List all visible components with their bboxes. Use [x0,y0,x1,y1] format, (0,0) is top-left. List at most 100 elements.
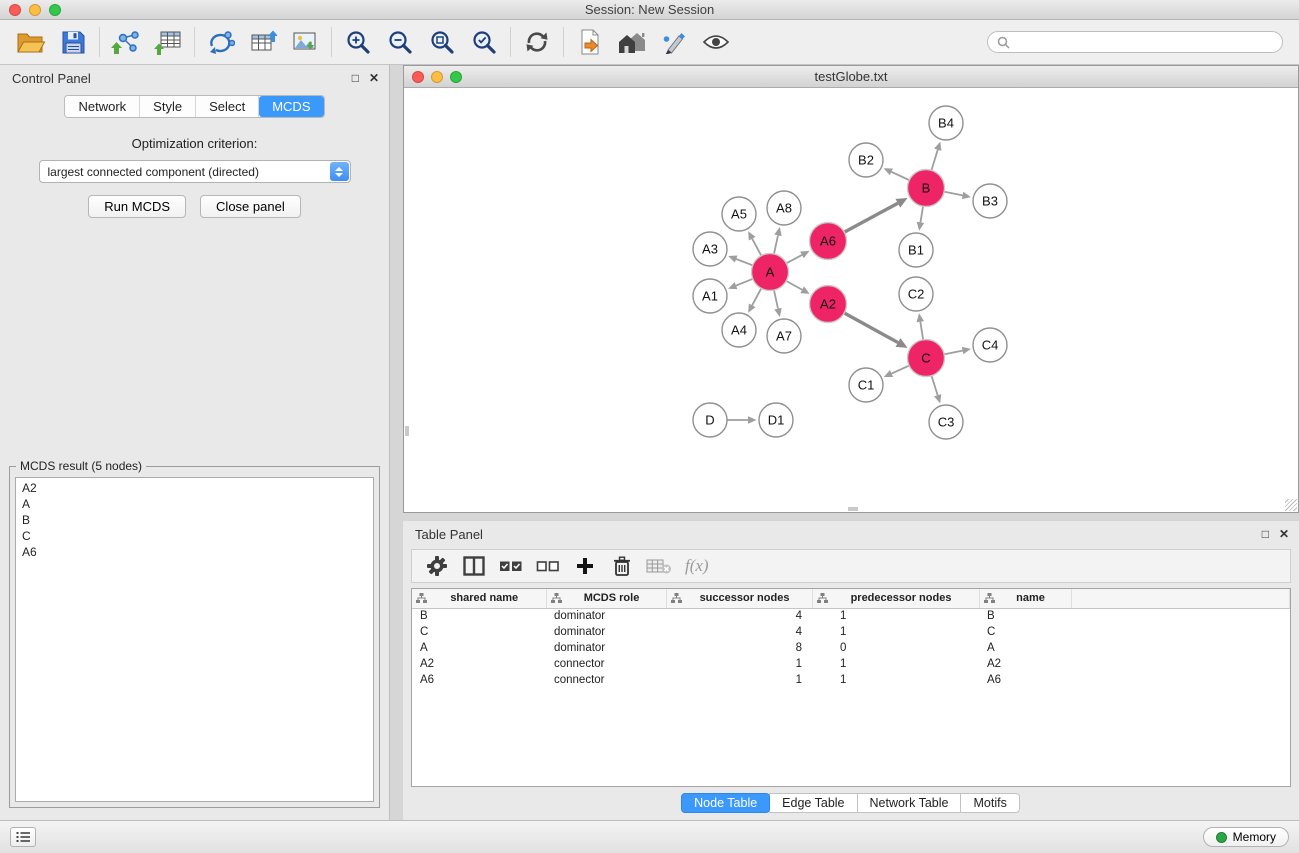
select-all-rows-button[interactable] [496,552,526,580]
mcds-result-item[interactable]: A2 [22,480,367,496]
svg-text:A: A [766,265,775,280]
graph-node-B[interactable]: B [908,170,945,207]
tab-mcds[interactable]: MCDS [259,96,323,117]
zoom-network-window-button[interactable] [450,71,462,83]
graph-node-A8[interactable]: A8 [767,191,801,225]
function-builder-button[interactable]: f(x) [681,556,709,576]
float-table-panel-icon[interactable]: □ [1262,527,1269,541]
tab-node-table[interactable]: Node Table [681,793,770,813]
minimize-network-window-button[interactable] [431,71,443,83]
graph-node-A[interactable]: A [752,254,789,291]
zoom-out-icon [387,29,413,55]
table-settings-button[interactable] [422,552,452,580]
toolbar-separator [99,27,100,57]
tab-network-table[interactable]: Network Table [857,793,962,813]
column-header-successor-nodes[interactable]: successor nodes [666,589,812,608]
table-row[interactable]: A6connector 11 A6 [412,672,1290,688]
home-button[interactable] [611,24,653,60]
tab-style[interactable]: Style [140,96,196,117]
delete-table-button[interactable] [644,552,674,580]
graph-node-A1[interactable]: A1 [693,279,727,313]
search-field[interactable] [987,31,1283,53]
table-row[interactable]: Adominator 80 A [412,640,1290,656]
column-header-predecessor-nodes[interactable]: predecessor nodes [812,589,979,608]
table-panel-title: Table Panel [415,527,483,542]
graph-node-A7[interactable]: A7 [767,319,801,353]
deselect-all-rows-button[interactable] [533,552,563,580]
close-panel-icon[interactable]: ✕ [369,71,379,85]
zoom-selected-button[interactable] [463,24,505,60]
optimization-criterion-label: Optimization criterion: [0,136,389,151]
close-table-panel-icon[interactable]: ✕ [1279,527,1289,541]
graph-node-C2[interactable]: C2 [899,277,933,311]
save-session-button[interactable] [52,24,94,60]
zoom-in-button[interactable] [337,24,379,60]
table-row[interactable]: Bdominator 41 B [412,608,1290,624]
graph-node-C[interactable]: C [908,340,945,377]
memory-button[interactable]: Memory [1203,827,1289,847]
export-network-button[interactable] [200,24,242,60]
mcds-result-item[interactable]: C [22,528,367,544]
refresh-layout-button[interactable] [516,24,558,60]
graph-node-B3[interactable]: B3 [973,184,1007,218]
graph-node-C3[interactable]: C3 [929,405,963,439]
graph-node-A6[interactable]: A6 [810,223,847,260]
export-image-button[interactable] [284,24,326,60]
window-resize-handle[interactable] [1285,499,1297,511]
list-icon [16,831,31,843]
open-session-button[interactable] [10,24,52,60]
zoom-out-button[interactable] [379,24,421,60]
network-window-title: testGlobe.txt [815,69,888,84]
table-row[interactable]: Cdominator 41 C [412,624,1290,640]
add-row-button[interactable] [570,552,600,580]
network-window-titlebar[interactable]: testGlobe.txt [404,66,1298,88]
search-input[interactable] [1016,35,1273,49]
eye-icon [702,33,730,51]
column-layout-button[interactable] [459,552,489,580]
column-header-mcds-role[interactable]: MCDS role [546,589,666,608]
style-brush-button[interactable] [653,24,695,60]
table-row[interactable]: A2connector 11 A2 [412,656,1290,672]
minimize-window-button[interactable] [29,4,41,16]
graph-node-B1[interactable]: B1 [899,233,933,267]
document-arrow-button[interactable] [569,24,611,60]
graph-node-C1[interactable]: C1 [849,368,883,402]
delete-row-button[interactable] [607,552,637,580]
import-network-button[interactable] [105,24,147,60]
network-canvas[interactable]: B4 B2 B B3 A5 A8 A6 B1 A3 A C2 A1 A2 A4 A7 C4 C C1 C3 D D1 [404,88,1298,512]
graph-node-B2[interactable]: B2 [849,143,883,177]
eye-button[interactable] [695,24,737,60]
graph-node-A5[interactable]: A5 [722,197,756,231]
export-table-button[interactable] [242,24,284,60]
close-window-button[interactable] [9,4,21,16]
zoom-fit-button[interactable] [421,24,463,60]
run-mcds-button[interactable]: Run MCDS [88,195,186,218]
mcds-result-item[interactable]: B [22,512,367,528]
graph-node-A3[interactable]: A3 [693,232,727,266]
float-panel-icon[interactable]: □ [352,71,359,85]
search-icon [997,36,1010,49]
close-panel-button[interactable]: Close panel [200,195,301,218]
column-header-shared-name[interactable]: shared name [412,589,546,608]
graph-node-A4[interactable]: A4 [722,313,756,347]
mcds-result-item[interactable]: A [22,496,367,512]
zoom-window-button[interactable] [49,4,61,16]
network-graph[interactable]: B4 B2 B B3 A5 A8 A6 B1 A3 A C2 A1 A2 A4 A7 C4 C C1 C3 D D1 [404,88,1297,512]
tab-edge-table[interactable]: Edge Table [769,793,857,813]
graph-node-C4[interactable]: C4 [973,328,1007,362]
graph-node-A2[interactable]: A2 [810,286,847,323]
graph-node-B4[interactable]: B4 [929,106,963,140]
graph-node-D1[interactable]: D1 [759,403,793,437]
mcds-result-item[interactable]: A6 [22,544,367,560]
optimization-dropdown[interactable]: largest connected component (directed) [39,160,351,183]
task-history-button[interactable] [10,827,36,847]
close-network-window-button[interactable] [412,71,424,83]
graph-node-D[interactable]: D [693,403,727,437]
tab-network[interactable]: Network [65,96,140,117]
mcds-result-list[interactable]: A2 A B C A6 [15,477,374,802]
import-table-button[interactable] [147,24,189,60]
tab-select[interactable]: Select [196,96,259,117]
tab-motifs[interactable]: Motifs [960,793,1019,813]
column-header-name[interactable]: name [979,589,1071,608]
svg-text:A5: A5 [731,207,747,222]
